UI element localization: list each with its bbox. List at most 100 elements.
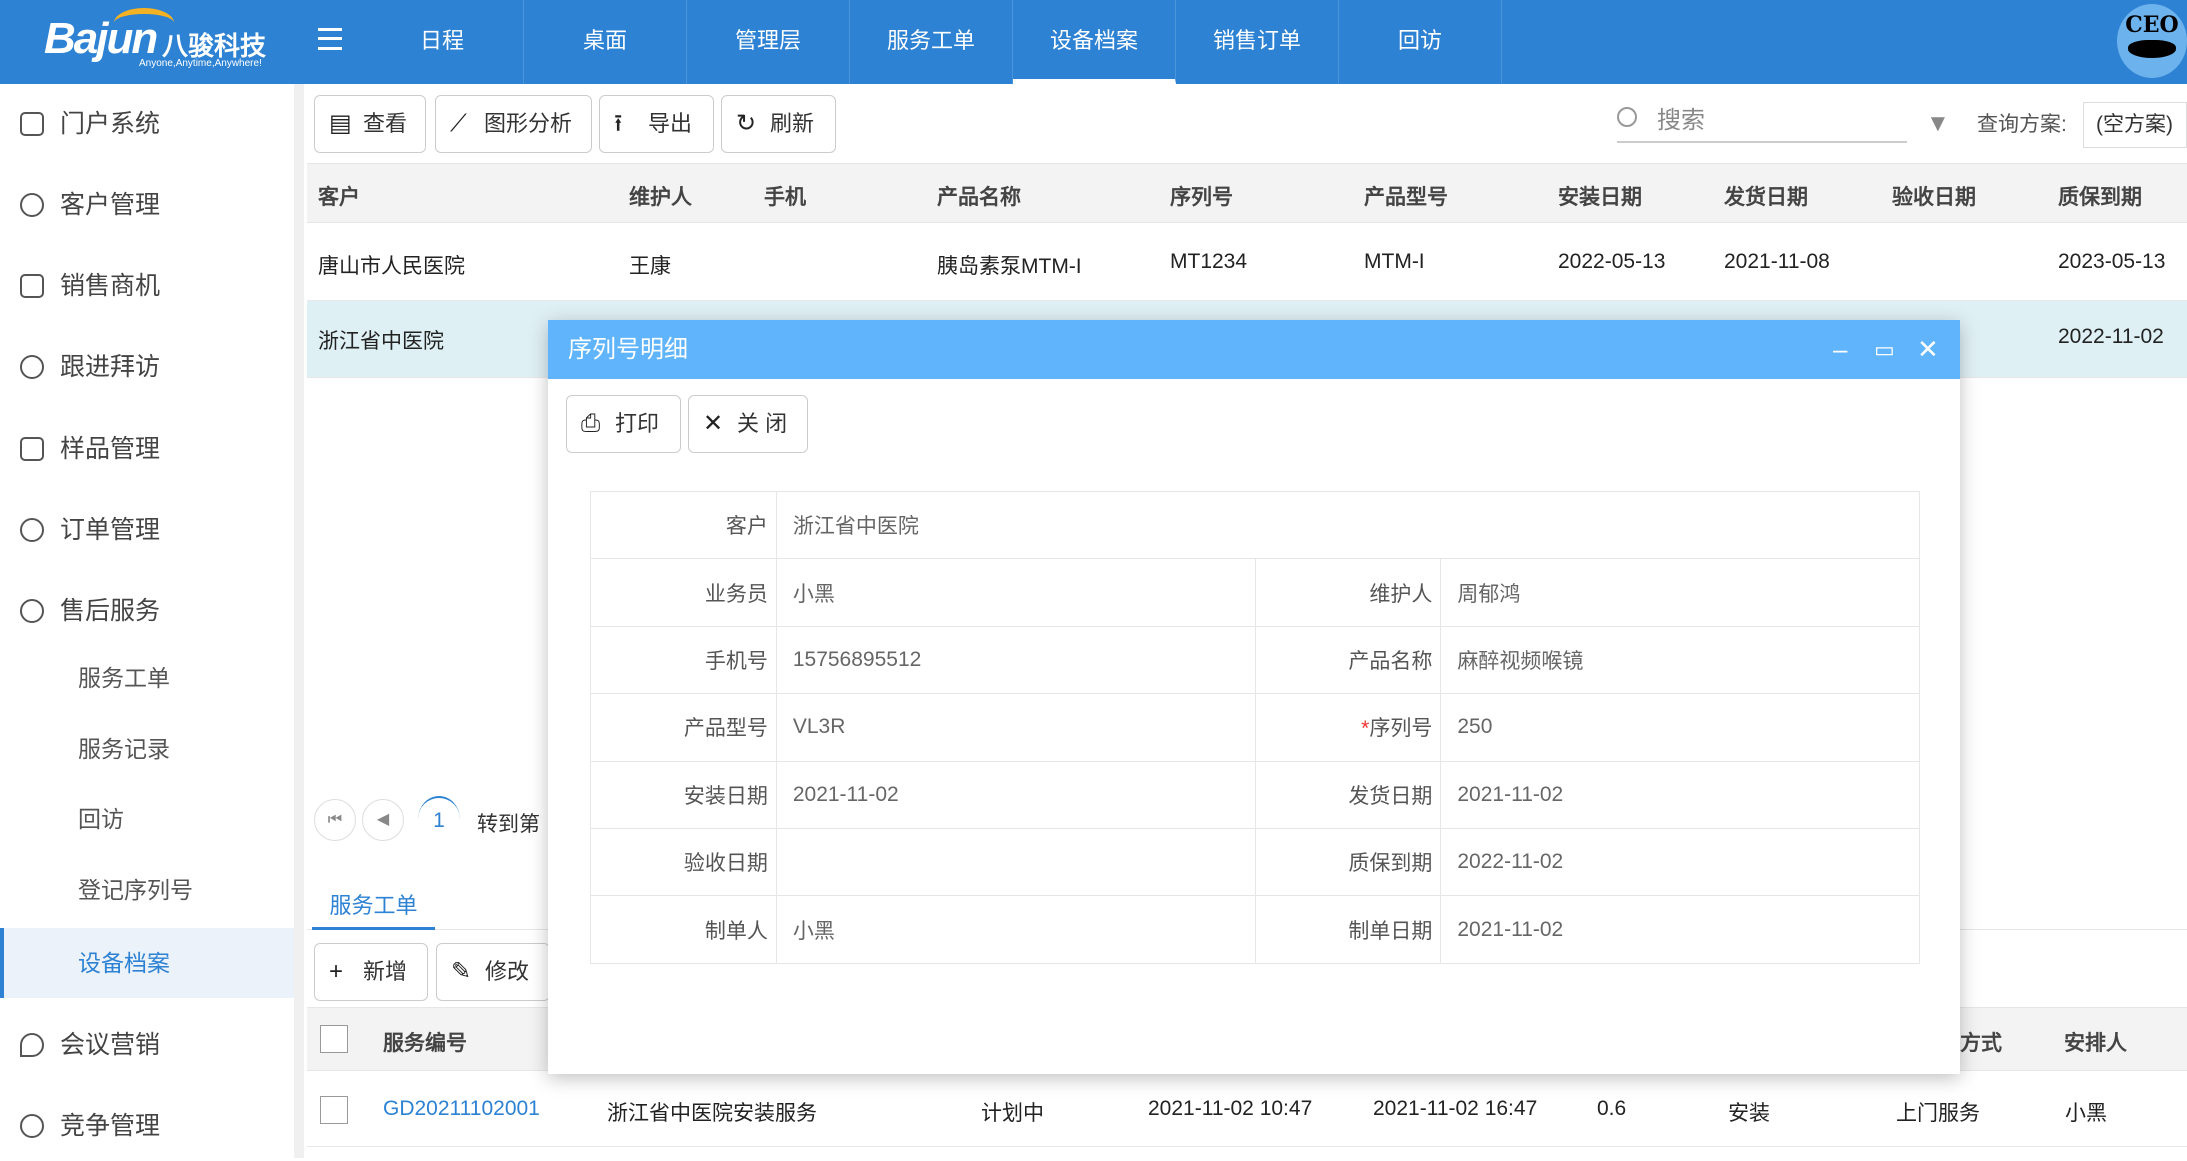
label-model: 产品型号 (590, 693, 777, 762)
label-maker: 制单人 (590, 895, 777, 964)
add-button[interactable]: + 新增 (314, 943, 428, 1001)
sidebar-item-meeting-marketing[interactable]: 会议营销 (0, 1010, 294, 1080)
close-icon[interactable]: ✕ (1917, 320, 1939, 379)
filter-icon[interactable]: ▼ (1926, 110, 1950, 138)
value-serial: 250 (1440, 693, 1920, 762)
vs-user-icon (20, 1114, 44, 1138)
table-cell: MT1234 (1170, 250, 1248, 273)
nav-management[interactable]: 管理层 (687, 0, 850, 84)
upload-icon: ⭱ (614, 110, 623, 137)
column-header[interactable]: 质保到期 (2058, 181, 2142, 211)
sidebar-sub-equipment-archive[interactable]: 设备档案 (0, 928, 294, 998)
label-accept-date: 验收日期 (590, 827, 777, 897)
column-header[interactable]: 序列号 (1170, 181, 1233, 211)
column-header[interactable]: 发货日期 (1724, 181, 1808, 211)
sidebar-sub-revisit[interactable]: 回访 (0, 784, 294, 854)
subtable-cell: 2021-11-02 16:47 (1373, 1097, 1538, 1120)
tab-service-order[interactable]: 服务工单 (312, 888, 435, 930)
sidebar-item-customers[interactable]: 客户管理 (0, 170, 294, 240)
top-bar: Bajun 八骏科技 Anyone,Anytime,Anywhere! 日程 桌面 … (0, 0, 2187, 84)
page-number[interactable]: 1 (418, 796, 460, 842)
column-header[interactable]: 客户 (318, 181, 360, 211)
view-button[interactable]: ▤ 查看 (314, 95, 426, 153)
sidebar-item-opportunities[interactable]: 销售商机 (0, 251, 294, 321)
table-cell: MTM-I (1364, 250, 1425, 273)
column-header[interactable]: 手机 (764, 181, 806, 211)
subtable-cell: 安装 (1728, 1102, 1770, 1125)
column-header[interactable]: 产品名称 (937, 181, 1021, 211)
minimize-icon[interactable]: – (1833, 320, 1847, 379)
x-icon: ✕ (703, 410, 724, 437)
value-maintainer: 周郁鸿 (1440, 558, 1920, 627)
person-icon (20, 355, 44, 379)
search-icon (1617, 107, 1637, 127)
grid-icon (20, 112, 44, 136)
maximize-icon[interactable]: ▭ (1874, 320, 1895, 379)
nav-desktop[interactable]: 桌面 (524, 0, 687, 84)
label-salesman: 业务员 (590, 558, 777, 627)
label-ship-date: 发货日期 (1254, 760, 1442, 829)
line-chart-icon: ⟋ (450, 110, 467, 137)
heart-icon (20, 1033, 44, 1057)
sidebar-item-orders[interactable]: 订单管理 (0, 495, 294, 565)
pencil-icon: ✎ (451, 958, 472, 985)
sidebar-sub-service-record[interactable]: 服务记录 (0, 714, 294, 784)
headset-icon (20, 599, 44, 623)
sidebar-item-samples[interactable]: 样品管理 (0, 414, 294, 484)
scheme-select[interactable]: (空方案) (2083, 102, 2187, 148)
value-salesman: 小黑 (775, 558, 1256, 627)
print-button[interactable]: ⎙ 打印 (566, 395, 681, 453)
sidebar-sub-service-order[interactable]: 服务工单 (0, 643, 294, 713)
prev-page-button[interactable]: ◀ (362, 799, 404, 841)
detail-form: 客户 浙江省中医院 业务员 小黑 维护人 周郁鸿 手机号 15756895512 产品名称麻… (590, 490, 1921, 964)
nav-service-order[interactable]: 服务工单 (850, 0, 1013, 84)
sample-icon (20, 437, 44, 461)
menu-icon[interactable] (318, 28, 342, 50)
label-install-date: 安装日期 (590, 760, 777, 829)
export-button[interactable]: ⭱ 导出 (599, 95, 714, 153)
column-header[interactable]: 安装日期 (1558, 181, 1642, 211)
logo: Bajun 八骏科技 Anyone,Anytime,Anywhere! (44, 8, 274, 72)
sidebar-item-competition[interactable]: 竞争管理 (0, 1091, 294, 1161)
subtable-cell: 计划中 (981, 1102, 1044, 1125)
column-header[interactable]: 产品型号 (1364, 181, 1448, 211)
sidebar-item-visits[interactable]: 跟进拜访 (0, 332, 294, 402)
column-header[interactable]: 验收日期 (1892, 181, 1976, 211)
sidebar-item-portal[interactable]: 门户系统 (0, 89, 294, 159)
sidebar-sub-register-serial[interactable]: 登记序列号 (0, 855, 294, 925)
table-cell: 2022-11-02 (2058, 325, 2164, 348)
subtable-cell: 上门服务 (1896, 1102, 1980, 1125)
subtable-cell: 0.6 (1597, 1097, 1627, 1120)
nav-sales-order[interactable]: 销售订单 (1176, 0, 1339, 84)
header-arranger: 安排人 (2064, 1032, 2127, 1055)
refresh-button[interactable]: ↻ 刷新 (721, 95, 836, 153)
label-phone: 手机号 (590, 625, 777, 695)
avatar[interactable]: CEO (2117, 4, 2187, 78)
search-input[interactable]: 搜索 (1617, 103, 1907, 143)
table-cell: 浙江省中医院 (318, 330, 444, 353)
nav-schedule[interactable]: 日程 (361, 0, 524, 84)
nav-equipment-archive[interactable]: 设备档案 (1013, 0, 1176, 84)
value-maker: 小黑 (775, 895, 1256, 964)
value-install-date: 2021-11-02 (775, 760, 1256, 829)
label-maintainer: 维护人 (1254, 558, 1442, 627)
nav-revisit[interactable]: 回访 (1339, 0, 1502, 84)
table-cell: 2021-11-08 (1724, 250, 1830, 273)
close-button[interactable]: ✕ 关 闭 (688, 395, 808, 453)
value-model: VL3R (775, 693, 1256, 762)
column-header[interactable]: 维护人 (629, 181, 692, 211)
table-cell: 胰岛素泵MTM-I (937, 255, 1082, 278)
sidebar-item-after-sales[interactable]: 售后服务 (0, 576, 294, 646)
table-cell: 唐山市人民医院 (318, 255, 465, 278)
refresh-icon: ↻ (736, 110, 757, 137)
select-all-checkbox[interactable] (320, 1025, 348, 1053)
value-make-date: 2021-11-02 (1440, 895, 1920, 964)
document-icon: ▤ (329, 110, 352, 137)
table-cell: 2023-05-13 (2058, 250, 2166, 273)
chart-analysis-button[interactable]: ⟋ 图形分析 (435, 95, 592, 153)
row-checkbox[interactable] (320, 1096, 348, 1124)
sidebar: 门户系统 客户管理 销售商机 跟进拜访 样品管理 订单管理 售后服务 服务工单 … (0, 84, 304, 1158)
edit-button[interactable]: ✎ 修改 (436, 943, 550, 1001)
service-no-link[interactable]: GD20211102001 (383, 1097, 540, 1121)
first-page-button[interactable]: ⏮ (314, 799, 356, 841)
